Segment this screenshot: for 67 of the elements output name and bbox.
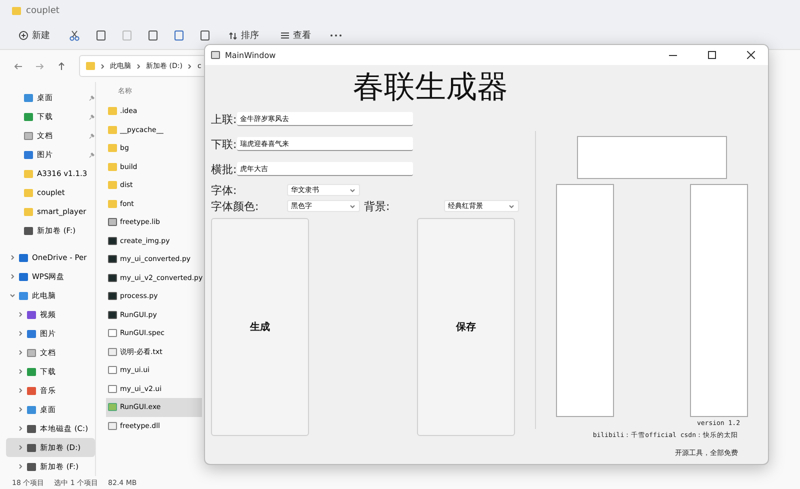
chevron-icon[interactable] — [18, 350, 23, 355]
folder-icon — [108, 181, 117, 190]
file-icon — [108, 348, 117, 356]
new-button[interactable]: 新建 — [16, 26, 53, 46]
file-icon — [108, 366, 117, 374]
chevron-icon[interactable] — [509, 204, 514, 208]
scissors-icon[interactable] — [69, 30, 80, 41]
folder-icon — [108, 144, 117, 152]
save-button[interactable]: 保存 — [417, 218, 515, 436]
app-icon — [211, 51, 220, 59]
file-icon — [108, 236, 117, 245]
file-icon — [108, 274, 117, 282]
chevron-icon[interactable] — [18, 312, 23, 317]
chevron-icon[interactable] — [18, 388, 23, 393]
chevron-icon[interactable] — [18, 445, 23, 450]
list-icon — [281, 32, 289, 39]
field-label: 横批: — [211, 162, 237, 176]
app-heading: 春联生成器 — [353, 68, 509, 106]
chevron-icon[interactable] — [10, 255, 15, 260]
field-label: 上联: — [211, 112, 237, 126]
folder-icon — [12, 7, 21, 15]
folder-icon — [108, 107, 117, 116]
folder-icon — [24, 188, 33, 196]
file-icon — [108, 329, 117, 338]
folder-icon — [108, 200, 117, 208]
file-icon — [108, 292, 117, 300]
forward-icon[interactable] — [36, 62, 44, 70]
field-label: 字体颜色: — [211, 198, 260, 214]
field-label: 背景: — [364, 198, 391, 214]
window-title: couplet — [26, 6, 60, 16]
folder-icon — [86, 62, 95, 70]
close-icon — [747, 51, 755, 59]
folder-icon — [24, 170, 33, 178]
file-icon — [108, 403, 117, 412]
folder-icon — [108, 126, 117, 134]
chevron-icon[interactable] — [18, 464, 23, 469]
chevron-icon[interactable] — [350, 188, 355, 192]
chevron-icon[interactable] — [18, 426, 23, 431]
chevron-icon[interactable] — [18, 369, 23, 374]
chevron-icon — [188, 64, 192, 68]
chevron-icon — [137, 64, 140, 68]
plus-icon — [19, 31, 28, 40]
view-button[interactable]: 查看 — [278, 26, 314, 46]
field-label: 字体: — [211, 182, 238, 198]
file-icon — [108, 384, 117, 393]
file-icon — [108, 218, 117, 226]
chevron-icon[interactable] — [18, 407, 23, 412]
maximize-icon — [708, 51, 716, 59]
chevron-icon — [101, 64, 104, 68]
sort-button[interactable]: 排序 — [226, 26, 262, 46]
sort-icon — [229, 32, 237, 40]
field-label: 下联: — [211, 136, 237, 152]
up-icon[interactable] — [58, 62, 65, 70]
chevron-icon[interactable] — [18, 331, 23, 336]
window-title: MainWindow — [225, 50, 277, 60]
folder-icon — [24, 208, 33, 216]
file-icon — [108, 255, 117, 264]
chevron-icon[interactable] — [350, 204, 355, 208]
file-icon — [108, 422, 117, 430]
folder-icon — [108, 162, 117, 171]
chevron-icon[interactable] — [10, 293, 15, 298]
chevron-icon[interactable] — [10, 274, 15, 279]
more-icon[interactable] — [330, 34, 342, 37]
minimize-icon — [669, 54, 677, 56]
generate-button[interactable]: 生成 — [211, 218, 309, 436]
back-icon[interactable] — [14, 62, 22, 70]
file-icon — [108, 310, 117, 319]
